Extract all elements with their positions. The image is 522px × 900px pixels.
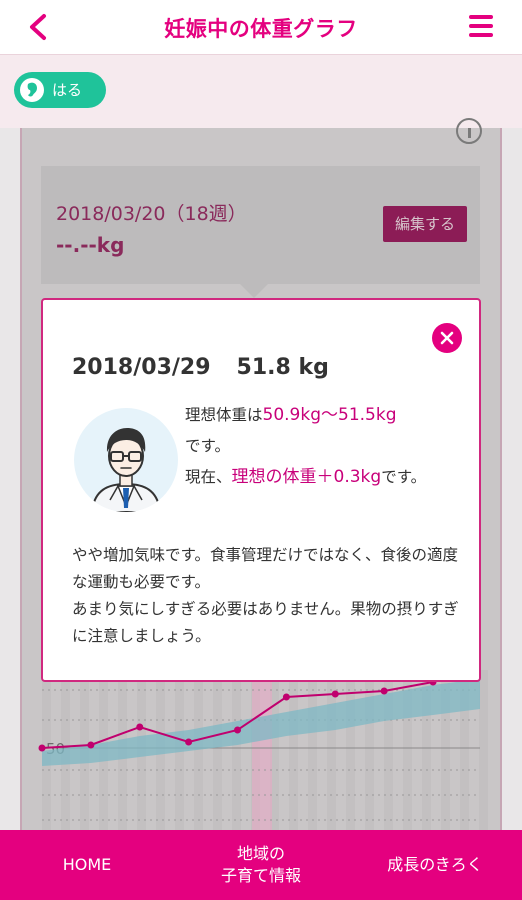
weight-chart[interactable]: 50••• (20, 670, 502, 830)
ideal-weight-text: 理想体重は50.9kg〜51.5kg です。 現在、理想の体重＋0.3kgです。 (185, 405, 427, 487)
chart-highlight-column (252, 670, 272, 830)
nav-home[interactable]: HOME (0, 830, 174, 900)
child-name: はる (52, 81, 83, 99)
chart-grid-column (365, 670, 374, 830)
weight-data-point (380, 687, 388, 695)
weight-data-point (282, 693, 290, 701)
advice-line-1: やや増加気味です。食事管理だけではなく、食後の適度な運動も必要です。 (72, 546, 458, 591)
weight-data-point (136, 723, 144, 731)
chart-grid-column (308, 670, 317, 830)
advice-text: やや増加気味です。食事管理だけではなく、食後の適度な運動も必要です。 あまり気に… (72, 542, 462, 650)
chart-grid-column (232, 670, 241, 830)
ideal-weight-range: 50.9kg〜51.5kg (262, 405, 397, 425)
popup-weight: 51.8 kg (236, 355, 329, 380)
page-title: 妊娠中の体重グラフ (164, 17, 358, 41)
profile-band: はる (0, 54, 522, 128)
doctor-avatar-icon (74, 408, 178, 512)
child-profile-chip[interactable]: はる (14, 72, 106, 108)
weight-data-point (234, 726, 241, 734)
info-icon[interactable] (456, 118, 482, 144)
weight-data-point (38, 744, 46, 752)
weight-advice-popup: 2018/03/29 51.8 kg 理想体重は50.9kg〜51.5kg です。現… (41, 298, 481, 682)
popup-heading: 2018/03/29 51.8 kg (72, 355, 329, 380)
hamburger-menu-icon[interactable] (469, 15, 493, 37)
bottom-nav: HOME 地域の 子育て情報 成長のきろく (0, 830, 522, 900)
chart-grid-column (289, 670, 298, 830)
nav-growth-record[interactable]: 成長のきろく (348, 830, 522, 900)
app-header: 妊娠中の体重グラフ (0, 0, 522, 54)
current-weight-diff: 理想の体重＋0.3kg (231, 467, 382, 487)
baby-icon (20, 78, 44, 102)
record-weight: --.--kg (56, 233, 125, 257)
panel-pointer (240, 284, 268, 298)
chart-grid-column (213, 670, 222, 830)
record-panel: 2018/03/20（18週） --.--kg 編集する (41, 166, 480, 284)
weight-data-point (185, 738, 193, 746)
edit-button[interactable]: 編集する (383, 206, 467, 242)
weight-data-point (331, 690, 339, 698)
nav-local-childcare-info[interactable]: 地域の 子育て情報 (174, 830, 348, 900)
chart-grid-column (479, 670, 488, 830)
weight-data-point (87, 741, 95, 749)
record-date: 2018/03/20（18週） (56, 203, 247, 225)
popup-date: 2018/03/29 (72, 355, 211, 380)
close-icon[interactable] (432, 323, 462, 353)
advice-line-2: あまり気にしすぎる必要はありません。果物の摂りすぎに注意しましょう。 (72, 600, 459, 645)
